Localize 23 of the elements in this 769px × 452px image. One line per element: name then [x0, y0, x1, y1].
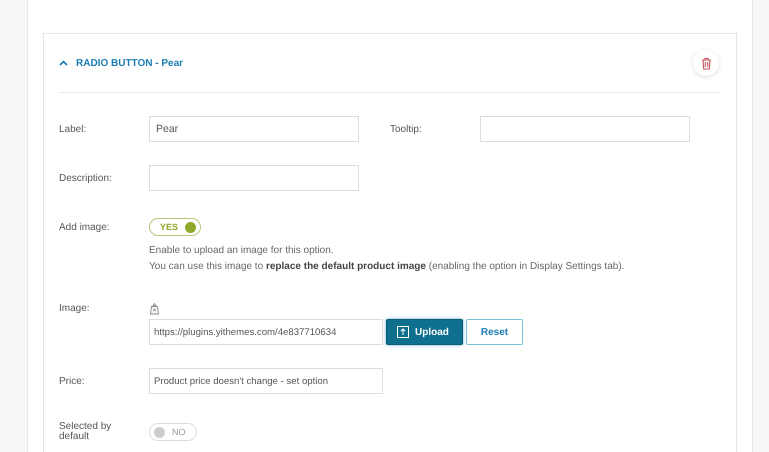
option-title[interactable]: RADIO BUTTON - Pear: [76, 58, 693, 68]
field-label: Label:: [59, 124, 88, 134]
help-text: You can use this image to replace the default product image (enabling the option in Display Settings tab).: [149, 260, 626, 274]
input-field[interactable]: [480, 116, 690, 142]
help-text: Enable to upload an image for this option.: [149, 244, 335, 258]
input-field[interactable]: https://plugins.yithemes.com/4e837710634: [149, 319, 383, 345]
field-label: Image:: [59, 303, 91, 314]
toggle-switch[interactable]: NO: [149, 423, 196, 441]
upload-icon: [397, 326, 409, 338]
field-label: Tooltip:: [390, 124, 423, 134]
trash-icon: [700, 56, 712, 70]
delete-button[interactable]: [693, 50, 719, 76]
upload-button[interactable]: Upload: [386, 319, 463, 345]
field-label: Description:: [59, 172, 113, 184]
field-label: Selected by default: [59, 422, 112, 442]
reset-button[interactable]: Reset: [466, 319, 524, 345]
input-field[interactable]: [149, 165, 359, 191]
input-field[interactable]: Product price doesn't change - set option: [149, 368, 383, 394]
caret-up-icon[interactable]: [59, 60, 68, 66]
field-label: Add image:: [59, 222, 111, 232]
input-field[interactable]: Pear: [149, 116, 359, 142]
field-label: Price:: [59, 376, 86, 386]
image-thumbnail-icon: [150, 303, 159, 315]
